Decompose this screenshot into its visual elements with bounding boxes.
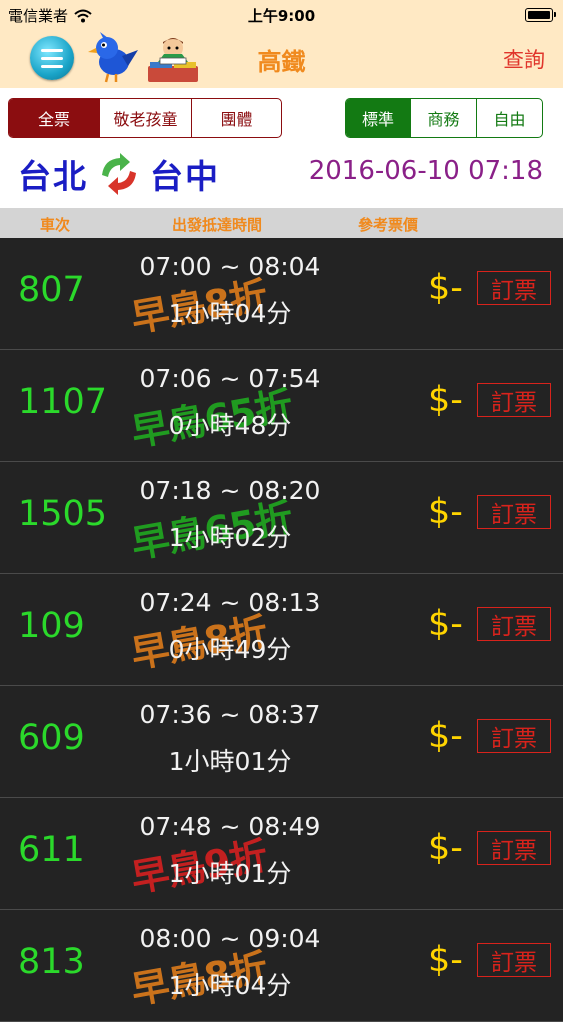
train-number: 1107	[18, 382, 108, 422]
nav-bar: 高鐵 查詢	[0, 28, 563, 88]
book-ticket-button[interactable]: 訂票	[477, 383, 551, 417]
fare-price: $-	[428, 604, 463, 644]
train-number: 813	[18, 942, 85, 982]
book-ticket-button[interactable]: 訂票	[477, 943, 551, 977]
fare-price: $-	[428, 380, 463, 420]
book-ticket-button[interactable]: 訂票	[477, 719, 551, 753]
train-number: 1505	[18, 494, 108, 534]
origin-station[interactable]: 台北	[18, 150, 88, 198]
car-class-non-reserved[interactable]: 自由	[476, 99, 542, 137]
train-times: 08:00 ~ 09:04	[139, 924, 321, 953]
train-row[interactable]: 813 早鳥8折 08:00 ~ 09:04 1小時04分 $- 訂票	[0, 910, 563, 1022]
train-row[interactable]: 1505 早鳥65折 07:18 ~ 08:20 1小時02分 $- 訂票	[0, 462, 563, 574]
train-times: 07:00 ~ 08:04	[139, 252, 321, 281]
fare-price: $-	[428, 940, 463, 980]
train-number: 611	[18, 830, 85, 870]
destination-station[interactable]: 台中	[150, 150, 220, 198]
column-header-fare: 參考票價	[358, 216, 419, 234]
ticket-type-group[interactable]: 團體	[191, 99, 281, 137]
nav-title: 高鐵	[257, 48, 306, 76]
book-ticket-button[interactable]: 訂票	[477, 495, 551, 529]
train-duration: 0小時49分	[168, 635, 292, 664]
query-button[interactable]: 查詢	[503, 44, 545, 74]
departure-datetime[interactable]: 2016-06-10 07:18	[309, 156, 543, 186]
search-options-panel: 全票 敬老孩童 團體 標準 商務 自由 台北 台中 2016-06-10 07:…	[0, 88, 563, 208]
book-ticket-button[interactable]: 訂票	[477, 831, 551, 865]
fare-price: $-	[428, 492, 463, 532]
train-number: 807	[18, 270, 85, 310]
fare-price: $-	[428, 828, 463, 868]
train-times: 07:18 ~ 08:20	[139, 476, 321, 505]
train-duration: 1小時02分	[168, 523, 292, 552]
book-ticket-button[interactable]: 訂票	[477, 271, 551, 305]
ticket-type-segmented-control: 全票 敬老孩童 團體	[8, 98, 282, 138]
train-number: 609	[18, 718, 85, 758]
battery-icon	[525, 8, 556, 22]
train-row[interactable]: 609 07:36 ~ 08:37 1小時01分 $- 訂票	[0, 686, 563, 798]
car-class-standard[interactable]: 標準	[346, 99, 410, 137]
clock: 上午9:00	[247, 7, 316, 25]
train-row[interactable]: 611 早鳥9折 07:48 ~ 08:49 1小時01分 $- 訂票	[0, 798, 563, 910]
train-number: 109	[18, 606, 85, 646]
train-times: 07:36 ~ 08:37	[139, 700, 321, 729]
train-duration: 1小時04分	[168, 971, 292, 1000]
swap-stations-icon[interactable]	[96, 151, 142, 197]
train-times: 07:06 ~ 07:54	[139, 364, 321, 393]
train-duration: 1小時01分	[168, 859, 292, 888]
train-row[interactable]: 109 早鳥8折 07:24 ~ 08:13 0小時49分 $- 訂票	[0, 574, 563, 686]
status-bar: 電信業者 上午9:00	[0, 0, 563, 28]
train-duration: 0小時48分	[168, 411, 292, 440]
fare-price: $-	[428, 716, 463, 756]
train-duration: 1小時04分	[168, 299, 292, 328]
train-row[interactable]: 1107 早鳥65折 07:06 ~ 07:54 0小時48分 $- 訂票	[0, 350, 563, 462]
ticket-type-senior-child[interactable]: 敬老孩童	[99, 99, 191, 137]
column-header-train: 車次	[40, 216, 71, 234]
train-row[interactable]: 807 早鳥8折 07:00 ~ 08:04 1小時04分 $- 訂票	[0, 238, 563, 350]
book-ticket-button[interactable]: 訂票	[477, 607, 551, 641]
column-header-time: 出發抵達時間	[172, 216, 263, 234]
ticket-type-full[interactable]: 全票	[9, 99, 99, 137]
route-selector: 台北 台中	[18, 150, 220, 198]
train-times: 07:48 ~ 08:49	[139, 812, 321, 841]
train-times: 07:24 ~ 08:13	[139, 588, 321, 617]
fare-price: $-	[428, 268, 463, 308]
car-class-business[interactable]: 商務	[410, 99, 476, 137]
column-headers: 車次 出發抵達時間 參考票價	[0, 208, 563, 238]
car-class-segmented-control: 標準 商務 自由	[345, 98, 543, 138]
train-duration: 1小時01分	[168, 747, 292, 776]
